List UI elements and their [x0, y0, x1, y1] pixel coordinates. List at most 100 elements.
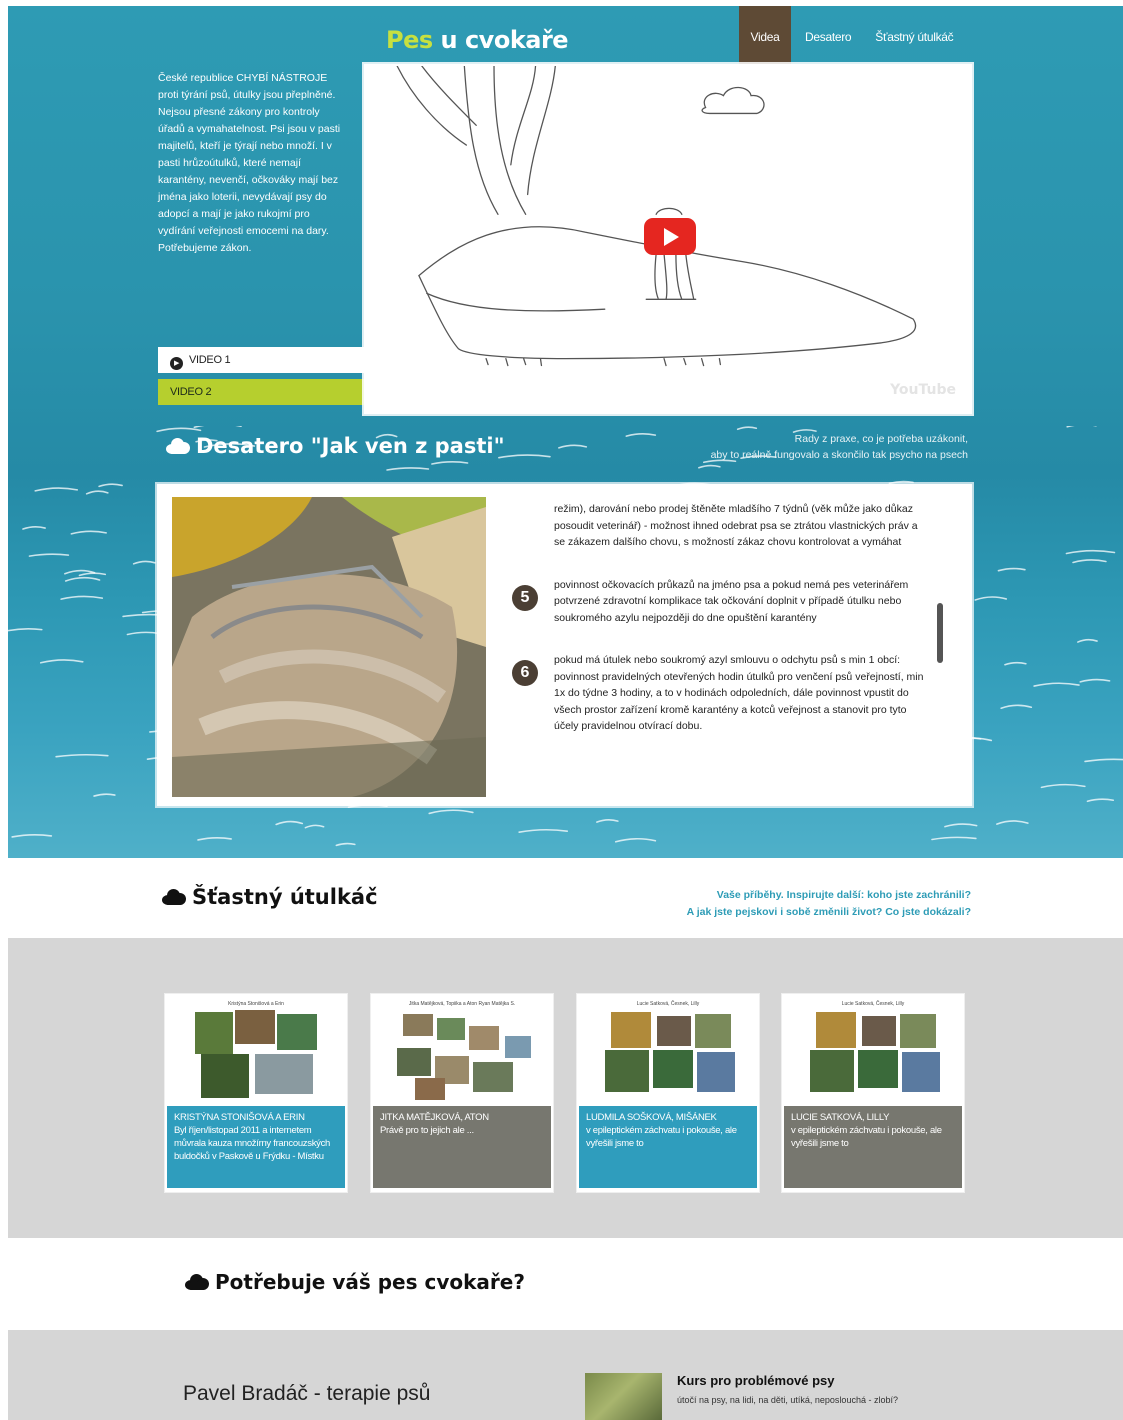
desatero-box: režim), darování nebo prodej štěněte mla…	[157, 484, 972, 806]
happy-subtitle-line1[interactable]: Vaše příběhy. Inspirujte další: koho jst…	[687, 887, 971, 904]
water-stroke	[11, 833, 53, 838]
water-stroke	[944, 823, 978, 828]
story-excerpt: Byl říjen/listopad 2011 a internetem mův…	[174, 1125, 331, 1162]
main-nav: Videa Desatero Šťastný útulkáč	[739, 6, 965, 68]
need-heading: Potřebuje váš pes cvokaře?	[185, 1270, 525, 1294]
water-stroke	[126, 631, 161, 636]
water-stroke	[1065, 549, 1116, 555]
story-meta: LUDMILA SOŠKOVÁ, MIŠÁNEK v epileptickém …	[579, 1106, 757, 1188]
story-excerpt: v epileptickém záchvatu i pokouše, ale v…	[791, 1125, 942, 1149]
story-meta: JITKA MATĚJKOVÁ, ATON Právě pro to jejic…	[373, 1106, 551, 1188]
water-stroke	[64, 576, 101, 582]
water-stroke	[625, 433, 657, 437]
water-stroke	[156, 427, 202, 433]
water-stroke	[1033, 682, 1080, 687]
nav-item-desatero[interactable]: Desatero	[793, 6, 863, 68]
video-tab-2-label: VIDEO 2	[170, 386, 212, 398]
water-stroke	[78, 572, 107, 577]
water-stroke	[60, 595, 104, 600]
water-stroke	[193, 426, 242, 429]
desatero-list[interactable]: režim), darování nebo prodej štěněte mla…	[506, 497, 926, 797]
water-stroke	[518, 828, 569, 833]
desatero-item-text: režim), darování nebo prodej štěněte mla…	[554, 503, 918, 548]
desatero-subtitle-line1: Rady z praxe, co je potřeba uzákonit,	[794, 433, 968, 445]
water-stroke	[736, 426, 758, 431]
video-player[interactable]: YouTube	[364, 64, 972, 414]
desatero-item-4: režim), darování nebo prodej štěněte mla…	[506, 501, 926, 551]
site-logo[interactable]: Pes u cvokaře	[386, 26, 569, 54]
water-stroke	[85, 490, 109, 495]
happy-heading: Šťastný útulkáč	[162, 885, 378, 909]
nav-item-videa[interactable]: Videa	[739, 6, 791, 68]
cloud-icon	[185, 1274, 209, 1290]
water-stroke	[34, 487, 79, 492]
water-stroke	[98, 483, 123, 488]
youtube-play-icon[interactable]	[644, 218, 696, 255]
happy-subtitle-line2[interactable]: A jak jste pejskovi i sobě změnili život…	[687, 904, 971, 921]
story-collage-image	[605, 1012, 735, 1092]
water-stroke	[1000, 704, 1033, 710]
trap-photo	[172, 497, 486, 797]
need-header-band	[8, 1238, 1123, 1330]
item-number-badge: 5	[512, 584, 538, 611]
story-name: KRISTÝNA STONIŠOVÁ A ERIN	[174, 1112, 305, 1123]
water-stroke	[614, 837, 657, 843]
water-stroke	[386, 467, 430, 471]
item-number-badge: 6	[512, 660, 538, 686]
play-icon: ▶	[170, 357, 183, 370]
water-stroke	[1072, 559, 1107, 564]
story-meta: LUCIE SATKOVÁ, LILLY v epileptickém zách…	[784, 1106, 962, 1188]
water-stroke	[498, 454, 551, 459]
story-excerpt: Právě pro to jejich ale ...	[380, 1125, 474, 1136]
water-stroke	[558, 444, 588, 449]
water-stroke	[1086, 798, 1115, 803]
story-collage-image	[397, 1014, 531, 1100]
water-stroke	[431, 461, 469, 465]
water-stroke	[70, 530, 107, 535]
cloud-icon	[166, 438, 190, 454]
water-stroke	[132, 560, 156, 565]
desatero-title: Desatero "Jak ven z pasti"	[196, 434, 505, 458]
hero-section: Pes u cvokaře Videa Desatero Šťastný útu…	[8, 6, 1123, 858]
story-card[interactable]: Lucie Satková, Česnek, Lilly LUDMILA SOŠ…	[577, 994, 759, 1192]
water-stroke	[428, 809, 474, 815]
water-stroke	[275, 820, 304, 826]
video-tab-1-label: VIDEO 1	[189, 354, 231, 366]
water-stroke	[931, 836, 977, 841]
need-title: Potřebuje váš pes cvokaře?	[215, 1270, 525, 1294]
water-stroke	[197, 837, 232, 841]
water-stroke	[55, 753, 109, 758]
water-stroke	[1040, 783, 1086, 789]
desatero-subtitle-line2: aby to reálně fungovalo a skončilo tak p…	[710, 449, 968, 461]
story-card[interactable]: Lucie Satková, Česnek, Lilly LUCIE SATKO…	[782, 994, 964, 1192]
desatero-item-text: pokud má útulek nebo soukromý azyl smlou…	[554, 654, 924, 732]
water-stroke	[335, 842, 356, 847]
therapist-name[interactable]: Pavel Bradáč - terapie psů	[183, 1382, 430, 1406]
course-description: útočí na psy, na lidi, na děti, utíká, n…	[677, 1395, 898, 1405]
water-stroke	[39, 659, 84, 664]
water-stroke	[28, 553, 70, 557]
desatero-subtitle: Rady z praxe, co je potřeba uzákonit, ab…	[711, 431, 968, 463]
cloud-icon	[162, 889, 186, 905]
story-card[interactable]: Kristýna Stonišová a Erin KRISTÝNA STONI…	[165, 994, 347, 1192]
water-stroke	[1004, 661, 1027, 666]
water-stroke	[1084, 758, 1123, 763]
youtube-logo-icon[interactable]: YouTube	[890, 382, 956, 398]
story-card[interactable]: Jitka Matějková, Topiika a Aton Ryan Mat…	[371, 994, 553, 1192]
story-excerpt: v epileptickém záchvatu i pokouše, ale v…	[586, 1125, 737, 1149]
water-stroke	[1077, 638, 1098, 643]
story-name: JITKA MATĚJKOVÁ, ATON	[380, 1112, 489, 1123]
course-title[interactable]: Kurs pro problémové psy	[677, 1373, 834, 1388]
story-meta: KRISTÝNA STONIŠOVÁ A ERIN Byl říjen/list…	[167, 1106, 345, 1188]
video-tab-1[interactable]: ▶ VIDEO 1	[158, 347, 370, 373]
story-name: LUDMILA SOŠKOVÁ, MIŠÁNEK	[586, 1112, 717, 1123]
water-stroke	[698, 464, 721, 469]
story-collage-image	[195, 1010, 317, 1098]
course-thumbnail[interactable]	[585, 1373, 662, 1420]
video-tab-2[interactable]: VIDEO 2	[158, 379, 368, 405]
desatero-item-5: 5 povinnost očkovacích průkazů na jméno …	[506, 577, 926, 627]
happy-subtitle[interactable]: Vaše příběhy. Inspirujte další: koho jst…	[687, 887, 971, 920]
intro-text: České republice CHYBÍ NÁSTROJE proti týr…	[158, 72, 341, 254]
nav-item-stastny-utulkac[interactable]: Šťastný útulkáč	[863, 6, 965, 68]
list-scrollbar[interactable]	[937, 603, 943, 663]
